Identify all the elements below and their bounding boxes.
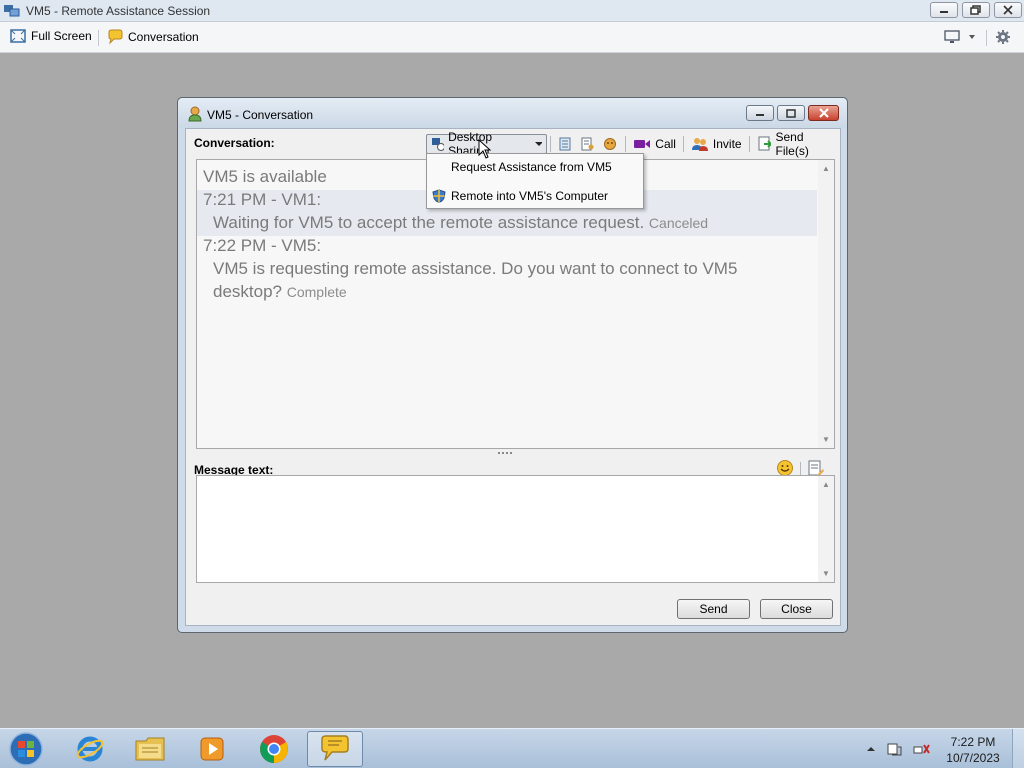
close-icon [1003,5,1013,15]
call-button[interactable]: Call [629,134,680,154]
message-1-text: Waiting for VM5 to accept the remote ass… [213,213,645,232]
scroll-down-icon[interactable]: ▼ [822,435,830,444]
remote-assistance-app-icon [4,4,20,18]
window-title: VM5 - Remote Assistance Session [26,4,211,18]
scroll-down-icon[interactable]: ▼ [822,569,830,578]
full-screen-button[interactable]: Full Screen [10,29,92,43]
window-titlebar: VM5 - Remote Assistance Session [0,0,1024,22]
message-2-line-2: desktop? Complete [213,282,347,302]
message-1-header: 7:21 PM - VM1: [203,190,322,209]
shield-icon [432,189,446,203]
restore-button[interactable] [962,2,990,18]
close-icon [818,108,829,118]
menu-item-request-assistance-label: Request Assistance from VM5 [451,160,612,174]
chevron-down-icon [969,35,975,39]
conversation-scrollbar[interactable]: ▲ ▼ [818,160,834,448]
availability-status: VM5 is available [203,167,327,186]
monitor-icon [944,30,960,43]
pane-splitter[interactable] [498,452,512,455]
menu-item-remote-into-label: Remote into VM5's Computer [451,189,609,203]
message-2-text: desktop? [213,282,282,301]
send-file-icon [758,136,772,151]
taskbar-remote-assistance[interactable] [307,731,363,767]
media-player-icon [200,737,224,761]
show-hidden-icons-icon[interactable] [866,744,876,754]
clock-date: 10/7/2023 [946,751,1000,765]
conversation-button[interactable]: Conversation [107,29,199,45]
taskbar-chrome[interactable] [246,731,302,767]
taskbar-media-player[interactable] [184,731,240,767]
invite-button[interactable]: Invite [687,134,746,154]
full-screen-icon [10,29,26,43]
dialog-title: VM5 - Conversation [207,108,314,122]
chevron-down-icon [534,142,543,146]
dialog-close-button[interactable] [808,105,839,121]
taskbar-windows-explorer[interactable] [122,731,178,767]
invite-people-icon [691,138,708,151]
document-icon [581,137,594,151]
folder-icon [135,737,165,761]
network-icon[interactable] [912,741,930,757]
taskbar-clock[interactable]: 7:22 PM 10/7/2023 [936,734,1010,766]
message-input[interactable]: ▲ ▼ [196,475,835,583]
scroll-up-icon[interactable]: ▲ [822,480,830,489]
display-options-button[interactable] [944,29,977,45]
conversation-heading: Conversation: [194,136,275,150]
action-center-icon[interactable] [886,741,902,757]
taskbar: 7:22 PM 10/7/2023 [0,728,1024,768]
system-tray [866,741,930,757]
dialog-titlebar: VM5 - Conversation [178,98,847,128]
conversation-label: Conversation [128,30,199,44]
message-scrollbar[interactable]: ▲ ▼ [818,476,834,582]
close-button[interactable] [994,2,1022,18]
message-2-status: Complete [286,284,347,300]
dialog-maximize-button[interactable] [777,105,805,121]
scroll-up-icon[interactable]: ▲ [822,164,830,173]
invite-label: Invite [712,137,742,151]
taskbar-internet-explorer[interactable] [62,731,118,767]
show-desktop-button[interactable] [1012,729,1024,768]
file-transfer-button[interactable] [576,134,598,154]
call-label: Call [655,137,676,151]
minimize-icon [940,11,948,13]
internet-explorer-icon [76,736,104,762]
menu-item-request-assistance[interactable]: Request Assistance from VM5 [427,155,643,179]
windows-logo-icon [9,732,43,766]
menu-item-remote-into[interactable]: Remote into VM5's Computer [427,184,643,208]
activities-button[interactable] [598,134,622,154]
full-screen-label: Full Screen [31,29,92,43]
session-toolbar: Full Screen Conversation [0,22,1024,53]
start-button[interactable] [5,731,47,767]
restore-icon [970,5,981,15]
maximize-icon [786,108,796,118]
message-1-status: Canceled [648,215,709,231]
minimize-icon [756,114,764,116]
video-camera-icon [634,140,651,148]
desktop-sharing-icon [432,138,445,151]
send-files-button[interactable]: Send File(s) [753,130,840,158]
remote-assistance-icon [321,735,349,761]
clock-time: 7:22 PM [950,735,996,749]
address-book-icon [559,137,571,151]
chrome-icon [260,735,288,763]
close-dialog-button[interactable]: Close [760,599,833,619]
gear-icon [996,30,1010,44]
activities-icon [604,138,617,150]
send-button[interactable]: Send [677,599,750,619]
dialog-minimize-button[interactable] [746,105,774,121]
message-2-line-1: VM5 is requesting remote assistance. Do … [213,259,738,278]
contacts-button[interactable] [554,134,576,154]
desktop-sharing-menu: Request Assistance from VM5 Remote into … [426,153,644,209]
conversation-icon [108,29,123,45]
minimize-button[interactable] [930,2,958,18]
settings-button[interactable] [994,29,1012,45]
message-1: Waiting for VM5 to accept the remote ass… [213,213,708,233]
message-2-header: 7:22 PM - VM5: [203,236,322,255]
send-files-label: Send File(s) [775,130,809,158]
mouse-cursor-icon [478,138,492,162]
person-icon [188,106,202,125]
